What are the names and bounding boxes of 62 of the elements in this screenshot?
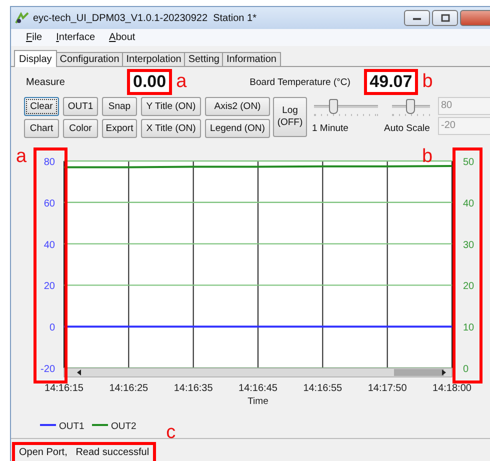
toolbar-button[interactable]: Snap xyxy=(102,97,137,116)
minimize-button[interactable] xyxy=(404,10,430,26)
y2-axis-label: 10 xyxy=(463,322,474,334)
x-axis-title: Time xyxy=(248,396,268,407)
tab[interactable]: Information xyxy=(222,52,280,66)
slider-label: Auto Scale xyxy=(384,123,431,134)
temperature-value: 49.07 xyxy=(364,69,418,95)
toolbar-button[interactable]: Chart xyxy=(24,119,59,138)
tab[interactable]: Interpolation xyxy=(122,52,186,66)
toolbar-button[interactable]: Axis2 (ON) xyxy=(205,97,270,116)
toolbar-button[interactable]: Legend (ON) xyxy=(205,119,270,138)
y-axis-label: 40 xyxy=(44,240,55,251)
app-logo-icon xyxy=(15,12,29,24)
toolbar-button[interactable]: Color xyxy=(63,119,98,138)
menu-item[interactable]: Interface xyxy=(56,32,96,43)
window-title: eyc-tech_UI_DPM03_V1.0.1-20230922 Station 1* xyxy=(33,12,256,24)
y-axis-label: 60 xyxy=(44,198,55,210)
minimize-icon xyxy=(412,16,422,20)
y2-axis-label: 50 xyxy=(463,157,474,168)
horizontal-scrollbar[interactable] xyxy=(64,368,452,378)
temperature-label: Board Temperature (°C) xyxy=(250,76,352,88)
y-axis-label: -20 xyxy=(40,364,55,375)
y2-axis-label: 0 xyxy=(463,364,469,375)
x-axis-label: 14:16:55 xyxy=(303,383,342,394)
menu-item[interactable]: File xyxy=(26,32,42,43)
annotation-label: c xyxy=(166,423,176,443)
y2-axis-label: 20 xyxy=(463,281,474,292)
menu-item[interactable]: About xyxy=(109,32,136,43)
x-axis-label: 14:16:15 xyxy=(44,383,84,394)
annotation-label: a xyxy=(16,146,27,167)
maximize-icon xyxy=(440,14,450,22)
toolbar-button[interactable]: Export xyxy=(102,119,137,138)
y2-axis-label: 40 xyxy=(463,198,474,210)
legend-label: OUT1 xyxy=(59,421,84,432)
y-axis-label: 80 xyxy=(44,157,55,168)
toolbar-button[interactable]: X Title (ON) xyxy=(141,119,201,138)
legend-label: OUT2 xyxy=(111,421,136,432)
measure-label: Measure xyxy=(26,76,66,88)
x-axis-label: 14:16:35 xyxy=(174,383,213,394)
legend-entry: OUT1 xyxy=(40,421,84,432)
annotation-label: a xyxy=(176,72,187,92)
annotation-label: b xyxy=(422,72,433,92)
x-axis-label: 14:18:00 xyxy=(432,383,472,394)
tab[interactable]: Setting xyxy=(184,52,224,66)
toolbar-button[interactable]: OUT1 xyxy=(63,97,98,116)
toolbar-button[interactable]: Clear xyxy=(24,97,59,116)
slider-label: 1 Minute xyxy=(312,123,350,134)
legend-entry: OUT2 xyxy=(92,421,136,432)
maximize-button[interactable] xyxy=(432,10,458,26)
measure-value: 0.00 xyxy=(127,69,172,95)
toolbar-button[interactable]: Y Title (ON) xyxy=(141,97,201,116)
y-axis-label: 0 xyxy=(49,322,55,334)
tab[interactable]: Configuration xyxy=(56,52,124,66)
tab[interactable]: Display xyxy=(14,50,57,67)
toolbar-button[interactable]: Log (OFF) xyxy=(273,97,307,137)
y-axis-label: 20 xyxy=(44,281,55,292)
status-text: Open Port, Read successful xyxy=(12,442,156,461)
x-axis-label: 14:16:45 xyxy=(238,383,278,394)
x-axis-label: 14:17:50 xyxy=(368,383,407,394)
annotation-label: b xyxy=(422,146,433,167)
x-axis-label: 14:16:25 xyxy=(109,383,148,394)
y2-axis-label: 30 xyxy=(463,240,474,251)
